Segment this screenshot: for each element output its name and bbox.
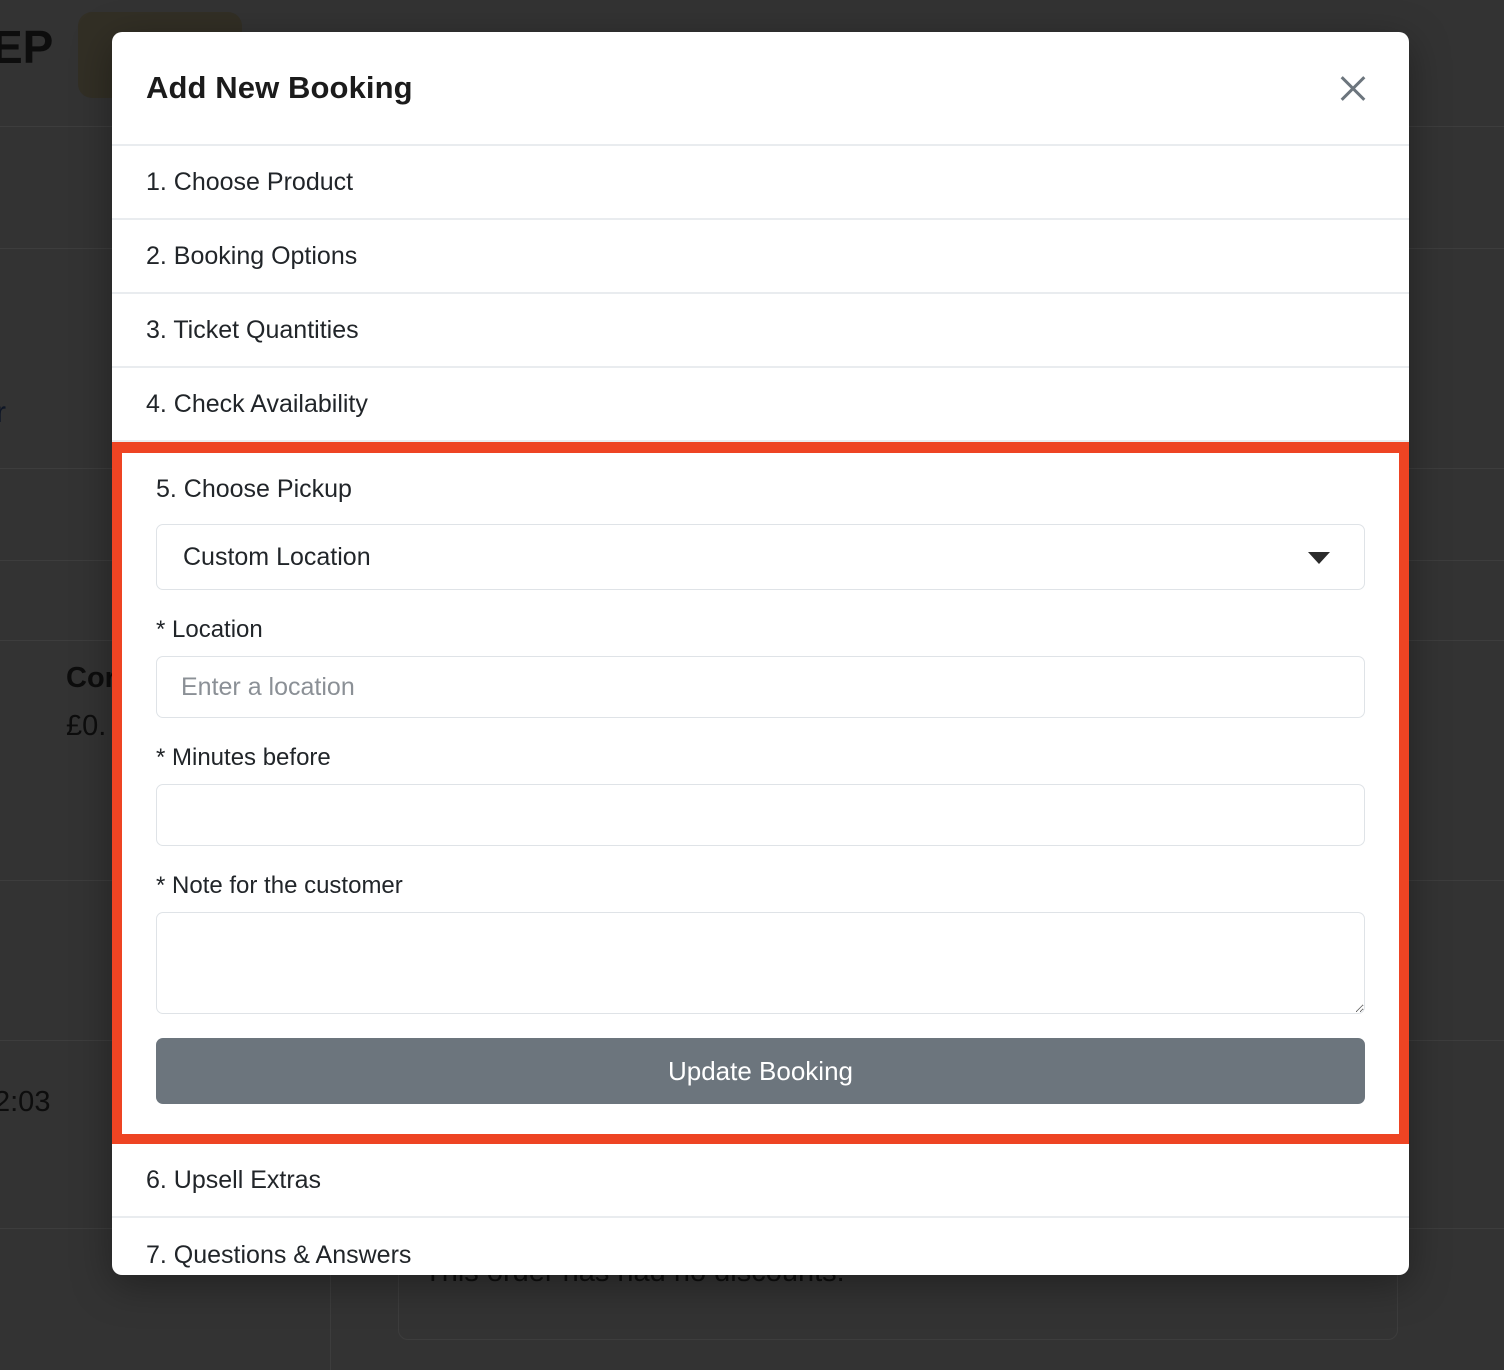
background-table-value-fragment: £0.: [66, 710, 107, 742]
minutes-before-input[interactable]: [156, 784, 1365, 846]
accordion-item-booking-options[interactable]: 2. Booking Options: [112, 220, 1409, 294]
modal-header: Add New Booking: [112, 32, 1409, 146]
add-booking-modal: Add New Booking 1. Choose Product 2. Boo…: [112, 32, 1409, 1275]
accordion-item-label: 3. Ticket Quantities: [146, 315, 359, 344]
booking-steps-accordion: 1. Choose Product 2. Booking Options 3. …: [112, 146, 1409, 1275]
accordion-panel-choose-pickup: 5. Choose Pickup Custom Location * Locat…: [122, 453, 1399, 1134]
accordion-item-choose-product[interactable]: 1. Choose Product: [112, 146, 1409, 220]
chevron-down-icon: [1308, 552, 1330, 564]
minutes-before-field-label: * Minutes before: [156, 744, 331, 771]
accordion-item-label: 6. Upsell Extras: [146, 1165, 322, 1194]
update-booking-button[interactable]: Update Booking: [156, 1038, 1365, 1104]
pickup-location-select[interactable]: Custom Location: [156, 524, 1365, 590]
location-input[interactable]: [156, 656, 1365, 718]
background-table-header-fragment: Cor: [66, 662, 116, 694]
customer-note-textarea[interactable]: [156, 912, 1365, 1014]
accordion-item-label: 4. Check Availability: [146, 389, 368, 418]
pickup-location-selected-value: Custom Location: [183, 542, 371, 571]
accordion-item-label: 2. Booking Options: [146, 241, 358, 270]
background-label-fragment: EP: [0, 21, 54, 73]
accordion-item-label: 1. Choose Product: [146, 167, 354, 196]
accordion-item-questions-answers[interactable]: 7. Questions & Answers: [112, 1218, 1409, 1275]
background-side-fragment: r: [0, 396, 6, 429]
customer-note-field-label: * Note for the customer: [156, 872, 403, 899]
close-icon[interactable]: [1331, 66, 1375, 110]
accordion-item-check-availability[interactable]: 4. Check Availability: [112, 368, 1409, 442]
accordion-item-ticket-quantities[interactable]: 3. Ticket Quantities: [112, 294, 1409, 368]
choose-pickup-highlight-box: 5. Choose Pickup Custom Location * Locat…: [112, 442, 1409, 1144]
accordion-item-label: 5. Choose Pickup: [156, 475, 352, 503]
background-time-fragment: 2:03: [0, 1086, 51, 1118]
accordion-item-upsell-extras[interactable]: 6. Upsell Extras: [112, 1144, 1409, 1218]
location-field-label: * Location: [156, 616, 263, 643]
page-title: Add New Booking: [146, 70, 413, 105]
accordion-item-label: 7. Questions & Answers: [146, 1240, 412, 1269]
